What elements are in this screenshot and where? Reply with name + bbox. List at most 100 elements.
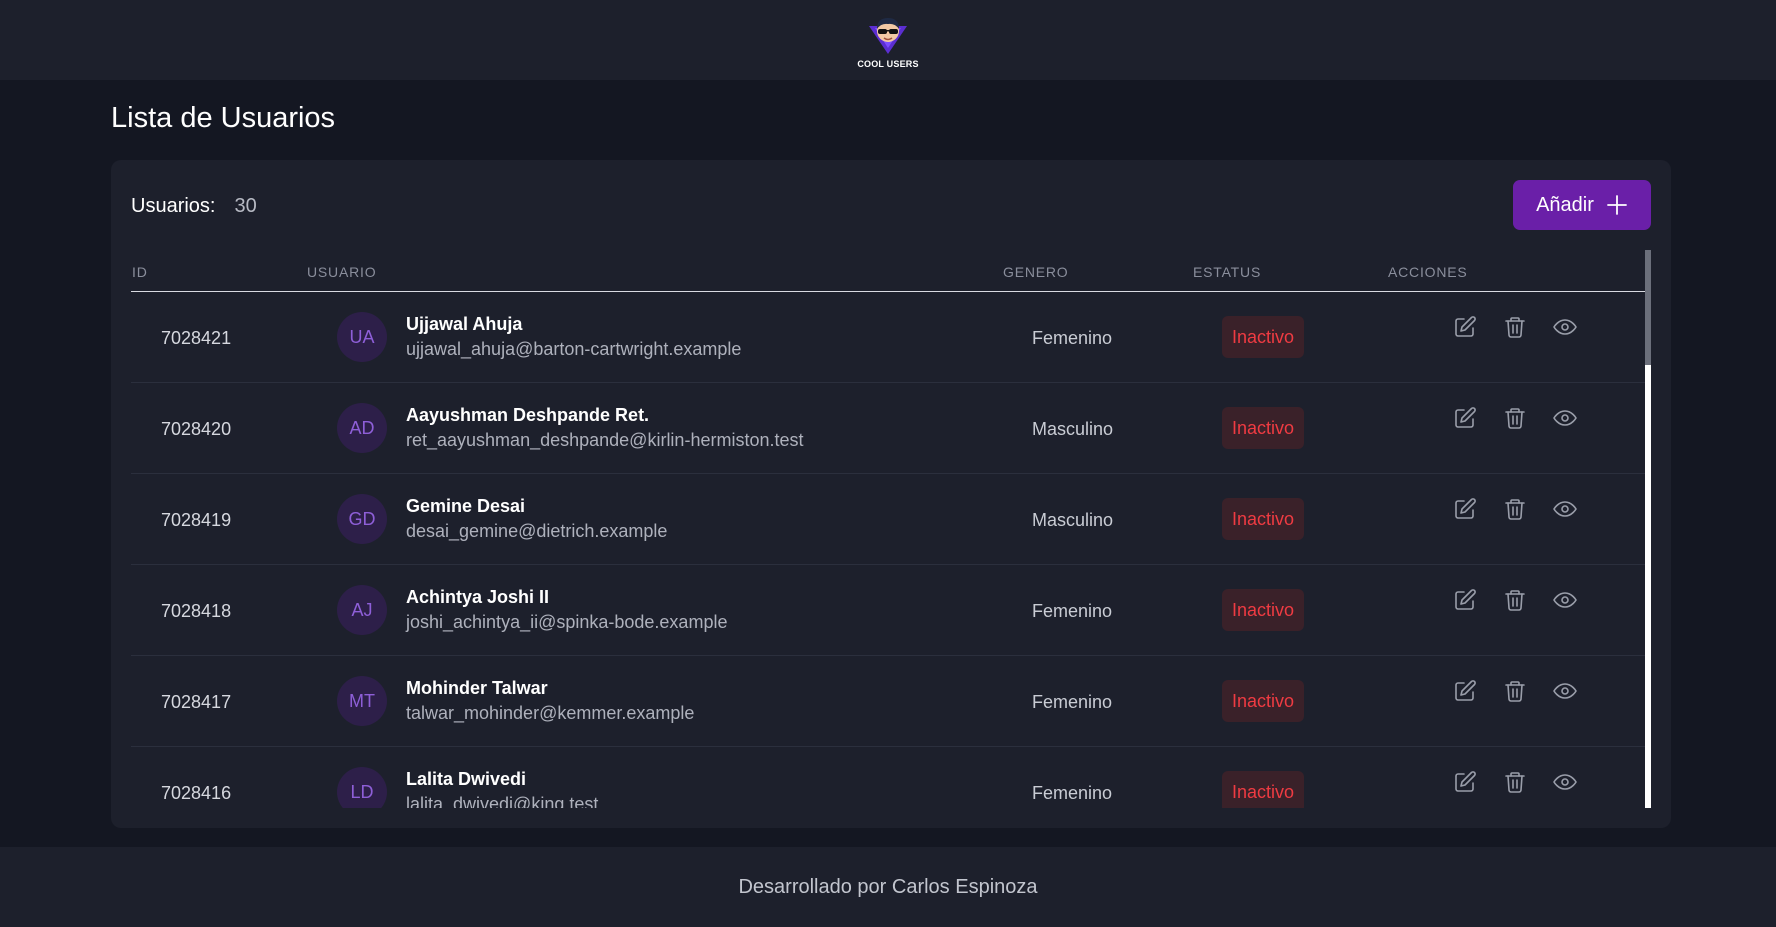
add-user-button[interactable]: Añadir <box>1513 180 1651 230</box>
avatar: AJ <box>337 585 387 635</box>
user-name: Lalita Dwivedi <box>406 769 527 789</box>
trash-icon <box>1505 499 1525 520</box>
user-email: joshi_achintya_ii@spinka-bode.example <box>406 612 728 632</box>
user-id: 7028419 <box>161 510 232 530</box>
avatar-initials: GD <box>348 508 376 529</box>
table-scrollbar[interactable] <box>1645 250 1651 808</box>
user-gender: Femenino <box>1032 783 1113 803</box>
users-count: Usuarios: 30 <box>131 195 257 218</box>
user-email: ret_aayushman_deshpande@kirlin-hermiston… <box>406 430 804 450</box>
table-row: 7028420 AD Aayushman Deshpande Ret. ret_… <box>131 383 1645 474</box>
view-button[interactable] <box>1553 406 1577 430</box>
user-name: Achintya Joshi II <box>406 587 550 607</box>
table-header: ID USUARIO GENERO ESTATUS ACCIONES <box>131 250 1645 292</box>
users-card: Usuarios: 30 Añadir ID USUARIO GENERO ES… <box>111 160 1671 828</box>
top-bar: COOL USERS <box>0 0 1776 80</box>
edit-icon <box>1455 589 1476 610</box>
eye-icon <box>1553 501 1577 517</box>
view-button[interactable] <box>1553 315 1577 339</box>
table-body: 7028421 UA Ujjawal Ahuja ujjawal_ahuja@b… <box>131 292 1645 808</box>
user-id: 7028416 <box>161 783 232 803</box>
delete-button[interactable] <box>1503 588 1527 612</box>
edit-icon <box>1455 680 1476 701</box>
delete-button[interactable] <box>1503 406 1527 430</box>
row-actions <box>1453 770 1577 794</box>
column-header-actions: ACCIONES <box>1388 264 1468 280</box>
trash-icon <box>1505 590 1525 611</box>
trash-icon <box>1505 317 1525 338</box>
edit-button[interactable] <box>1453 406 1477 430</box>
user-gender: Masculino <box>1032 510 1114 530</box>
user-name: Ujjawal Ahuja <box>406 314 523 334</box>
view-button[interactable] <box>1553 679 1577 703</box>
status-badge: Inactivo <box>1222 316 1304 358</box>
footer-credit: Desarrollado por Carlos Espinoza <box>738 875 1038 898</box>
avatar-initials: UA <box>349 326 375 347</box>
delete-button[interactable] <box>1503 679 1527 703</box>
avatar: LD <box>337 767 387 808</box>
edit-button[interactable] <box>1453 770 1477 794</box>
table-row: 7028418 AJ Achintya Joshi II joshi_achin… <box>131 565 1645 656</box>
user-email: talwar_mohinder@kemmer.example <box>406 703 695 723</box>
user-name: Gemine Desai <box>406 496 526 516</box>
avatar: MT <box>337 676 387 726</box>
avatar: AD <box>337 403 387 453</box>
table-row: 7028416 LD Lalita Dwivedi lalita_dwivedi… <box>131 747 1645 808</box>
delete-button[interactable] <box>1503 770 1527 794</box>
table-row: 7028421 UA Ujjawal Ahuja ujjawal_ahuja@b… <box>131 292 1645 383</box>
user-name: Aayushman Deshpande Ret. <box>406 405 650 425</box>
column-header-user: USUARIO <box>307 264 377 280</box>
page-title: Lista de Usuarios <box>111 102 336 134</box>
user-id: 7028418 <box>161 601 232 621</box>
edit-icon <box>1455 407 1476 428</box>
edit-icon <box>1455 498 1476 519</box>
avatar-initials: LD <box>350 781 374 802</box>
user-name: Mohinder Talwar <box>406 678 548 698</box>
column-header-status: ESTATUS <box>1193 264 1262 280</box>
status-badge: Inactivo <box>1222 498 1304 540</box>
eye-icon <box>1553 683 1577 699</box>
column-header-id: ID <box>132 264 148 280</box>
user-gender: Femenino <box>1032 328 1113 348</box>
status-badge: Inactivo <box>1222 589 1304 631</box>
logo-mascot-icon <box>869 17 907 54</box>
edit-button[interactable] <box>1453 497 1477 521</box>
user-gender: Femenino <box>1032 692 1113 712</box>
edit-button[interactable] <box>1453 588 1477 612</box>
view-button[interactable] <box>1553 770 1577 794</box>
footer: Desarrollado por Carlos Espinoza <box>0 847 1776 927</box>
app-logo[interactable]: COOL USERS <box>857 14 918 69</box>
users-table: ID USUARIO GENERO ESTATUS ACCIONES 70284… <box>131 250 1651 808</box>
users-count-value: 30 <box>234 195 257 217</box>
trash-icon <box>1505 772 1525 793</box>
user-email: desai_gemine@dietrich.example <box>406 521 668 541</box>
trash-icon <box>1505 681 1525 702</box>
delete-button[interactable] <box>1503 315 1527 339</box>
scrollbar-thumb[interactable] <box>1645 250 1651 365</box>
table-row: 7028417 MT Mohinder Talwar talwar_mohind… <box>131 656 1645 747</box>
row-actions <box>1453 679 1577 703</box>
status-badge: Inactivo <box>1222 407 1304 449</box>
row-actions <box>1453 406 1577 430</box>
user-id: 7028417 <box>161 692 232 712</box>
avatar: UA <box>337 312 387 362</box>
row-actions <box>1453 315 1577 339</box>
users-count-label: Usuarios: <box>131 195 216 217</box>
user-id: 7028421 <box>161 328 232 348</box>
view-button[interactable] <box>1553 588 1577 612</box>
edit-button[interactable] <box>1453 679 1477 703</box>
avatar-initials: AD <box>349 417 375 438</box>
edit-button[interactable] <box>1453 315 1477 339</box>
delete-button[interactable] <box>1503 497 1527 521</box>
trash-icon <box>1505 408 1525 429</box>
logo-text: COOL USERS <box>857 58 919 69</box>
user-email: ujjawal_ahuja@barton-cartwright.example <box>406 339 742 359</box>
view-button[interactable] <box>1553 497 1577 521</box>
eye-icon <box>1553 592 1577 608</box>
row-actions <box>1453 588 1577 612</box>
avatar-initials: AJ <box>351 599 373 620</box>
user-email: lalita_dwivedi@king.test <box>406 794 599 808</box>
eye-icon <box>1553 774 1577 790</box>
avatar: GD <box>337 494 387 544</box>
status-badge: Inactivo <box>1222 771 1304 808</box>
